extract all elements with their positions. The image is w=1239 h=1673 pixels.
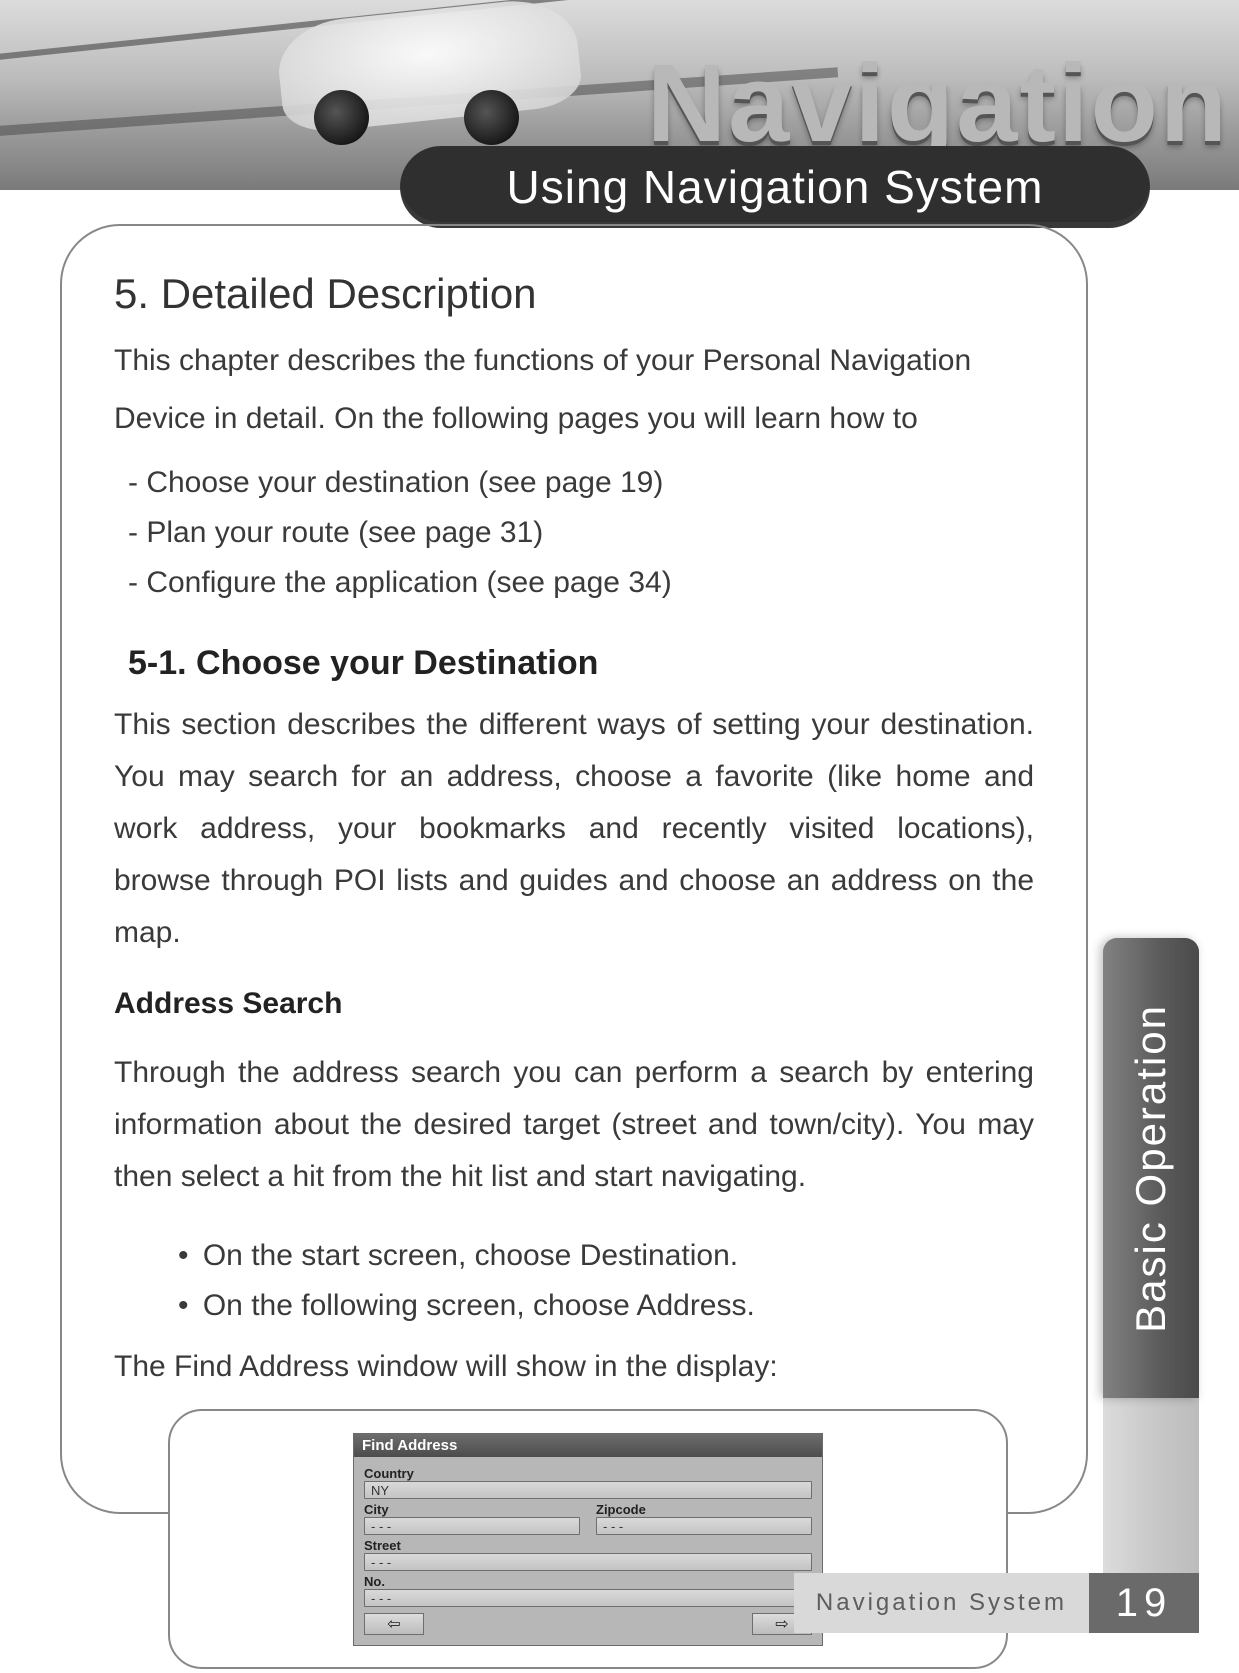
- body-paragraph: The Find Address window will show in the…: [114, 1343, 1034, 1391]
- city-field[interactable]: - - -: [364, 1517, 580, 1535]
- list-item: Plan your route (see page 31): [128, 508, 1034, 558]
- body-paragraph: Through the address search you can perfo…: [114, 1047, 1034, 1203]
- country-field[interactable]: NY: [364, 1481, 812, 1499]
- city-label: City: [364, 1502, 580, 1517]
- list-item: On the start screen, choose Destination.: [178, 1231, 1034, 1281]
- chapter-heading: 5. Detailed Description: [114, 270, 1034, 318]
- content-box: 5. Detailed Description This chapter des…: [60, 224, 1088, 1514]
- list-item: On the following screen, choose Address.: [178, 1281, 1034, 1331]
- intro-paragraph: This chapter describes the functions of …: [114, 332, 1034, 448]
- page-number: 19: [1089, 1573, 1199, 1633]
- car-wheel: [314, 90, 369, 145]
- zipcode-field[interactable]: - - -: [596, 1517, 812, 1535]
- section-heading: 5-1. Choose your Destination: [128, 644, 1034, 683]
- street-label: Street: [364, 1538, 812, 1553]
- body-paragraph: This section describes the different way…: [114, 699, 1034, 959]
- section-title-text: Using Navigation System: [507, 160, 1044, 214]
- dash-list: Choose your destination (see page 19) Pl…: [128, 458, 1034, 608]
- subsection-heading: Address Search: [114, 987, 1034, 1021]
- car-wheel: [464, 90, 519, 145]
- list-item: Configure the application (see page 34): [128, 558, 1034, 608]
- country-label: Country: [364, 1466, 812, 1481]
- list-item: Choose your destination (see page 19): [128, 458, 1034, 508]
- zipcode-label: Zipcode: [596, 1502, 812, 1517]
- bullet-list: On the start screen, choose Destination.…: [178, 1231, 1034, 1331]
- window-title: Find Address: [354, 1434, 822, 1457]
- street-field[interactable]: - - -: [364, 1553, 812, 1571]
- side-tab: Basic Operation: [1103, 938, 1199, 1398]
- footer-label: Navigation System: [794, 1573, 1089, 1633]
- footer-bar: Navigation System 19: [0, 1573, 1239, 1633]
- section-title-pill: Using Navigation System: [400, 146, 1150, 228]
- side-tab-label: Basic Operation: [1127, 1004, 1175, 1333]
